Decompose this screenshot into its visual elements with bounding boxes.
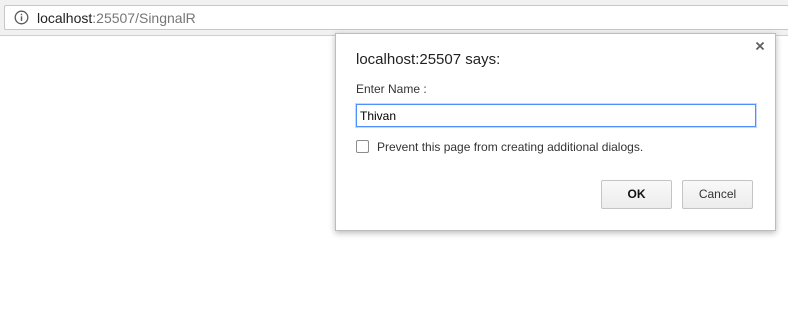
prompt-dialog: localhost:25507 says: Enter Name : Preve… [335,33,776,231]
url-path: :25507/SingnalR [92,10,196,26]
url-text[interactable]: localhost:25507/SingnalR [37,10,196,26]
prevent-dialogs-checkbox[interactable] [356,140,369,153]
omnibox[interactable]: localhost:25507/SingnalR [4,5,788,30]
prevent-dialogs-label[interactable]: Prevent this page from creating addition… [377,139,643,155]
prompt-label: Enter Name : [356,82,427,96]
close-icon[interactable] [754,40,766,52]
name-input[interactable] [356,104,756,127]
info-circle-icon[interactable] [14,10,29,25]
url-host: localhost [37,10,93,26]
dialog-title: localhost:25507 says: [356,51,501,68]
ok-button[interactable]: OK [601,180,672,209]
browser-address-bar: localhost:25507/SingnalR [0,0,788,36]
cancel-button[interactable]: Cancel [682,180,753,209]
